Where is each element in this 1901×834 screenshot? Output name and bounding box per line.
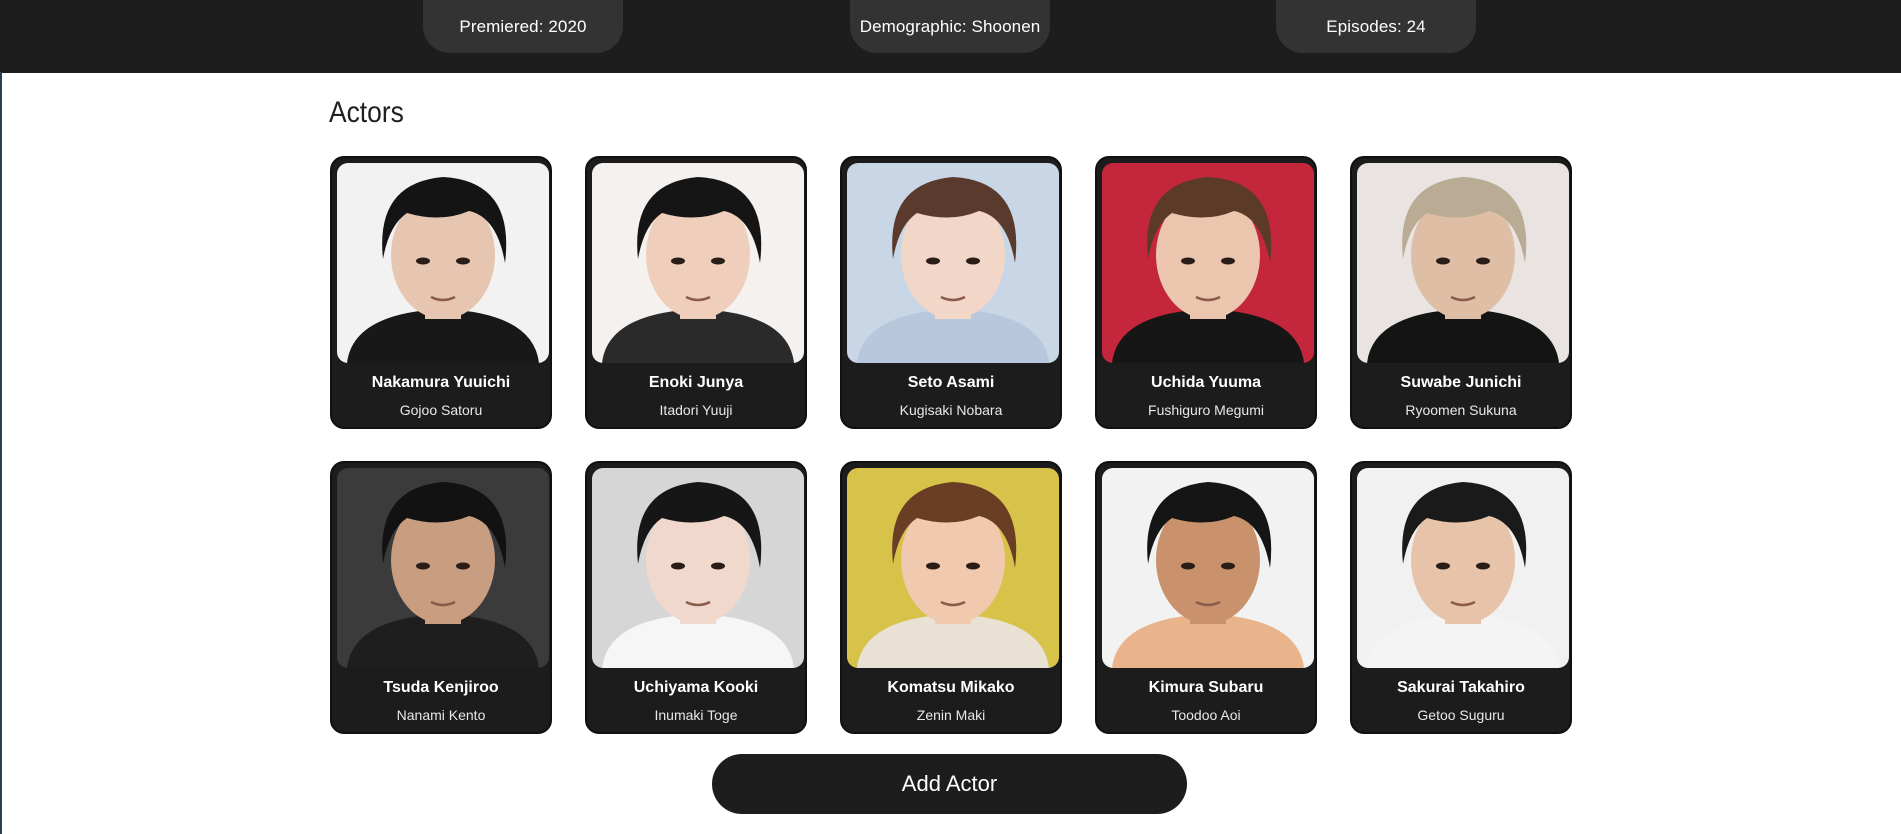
actor-name: Nakamura Yuuichi	[371, 374, 511, 391]
episodes-pill: Episodes: 24	[1276, 0, 1476, 53]
actor-photo	[337, 163, 549, 363]
actor-photo	[337, 468, 549, 668]
actor-name: Komatsu Mikako	[887, 679, 1015, 696]
actor-card[interactable]: Uchiyama Kooki Inumaki Toge	[585, 461, 807, 734]
actor-name: Tsuda Kenjiroo	[383, 679, 499, 696]
character-name: Gojoo Satoru	[399, 402, 483, 418]
character-name: Kugisaki Nobara	[899, 402, 1003, 418]
premiered-pill: Premiered: 2020	[423, 0, 623, 53]
actor-photo	[847, 468, 1059, 668]
actors-section-title: Actors	[329, 96, 404, 129]
actors-grid: Nakamura Yuuichi Gojoo Satoru Enoki Junya I…	[330, 156, 1572, 734]
actor-card[interactable]: Sakurai Takahiro Getoo Suguru	[1350, 461, 1572, 734]
actor-name: Kimura Subaru	[1148, 679, 1264, 696]
actor-name: Suwabe Junichi	[1400, 374, 1522, 391]
character-name: Toodoo Aoi	[1171, 707, 1241, 723]
actor-card[interactable]: Kimura Subaru Toodoo Aoi	[1095, 461, 1317, 734]
character-name: Getoo Suguru	[1417, 707, 1505, 723]
actor-photo	[1357, 163, 1569, 363]
actor-card[interactable]: Seto Asami Kugisaki Nobara	[840, 156, 1062, 429]
page-edge-divider	[0, 72, 2, 834]
character-name: Zenin Maki	[916, 707, 986, 723]
actor-card[interactable]: Tsuda Kenjiroo Nanami Kento	[330, 461, 552, 734]
actor-name: Uchida Yuuma	[1151, 374, 1261, 391]
actor-photo	[1102, 468, 1314, 668]
actor-name: Sakurai Takahiro	[1397, 679, 1525, 696]
anime-info-bar: Premiered: 2020 Demographic: Shoonen Epi…	[0, 0, 1901, 73]
actor-card[interactable]: Nakamura Yuuichi Gojoo Satoru	[330, 156, 552, 429]
actor-photo	[847, 163, 1059, 363]
actor-photo	[592, 468, 804, 668]
actor-name: Uchiyama Kooki	[633, 679, 759, 696]
actor-card[interactable]: Komatsu Mikako Zenin Maki	[840, 461, 1062, 734]
add-actor-button[interactable]: Add Actor	[712, 754, 1187, 814]
actor-card[interactable]: Suwabe Junichi Ryoomen Sukuna	[1350, 156, 1572, 429]
actor-card[interactable]: Uchida Yuuma Fushiguro Megumi	[1095, 156, 1317, 429]
character-name: Inumaki Toge	[654, 707, 738, 723]
actor-photo	[1102, 163, 1314, 363]
demographic-pill: Demographic: Shoonen	[850, 0, 1050, 53]
actor-name: Enoki Junya	[648, 374, 744, 391]
character-name: Itadori Yuuji	[659, 402, 733, 418]
actor-name: Seto Asami	[907, 374, 995, 391]
actor-photo	[592, 163, 804, 363]
actor-photo	[1357, 468, 1569, 668]
character-name: Fushiguro Megumi	[1148, 402, 1264, 418]
actor-card[interactable]: Enoki Junya Itadori Yuuji	[585, 156, 807, 429]
character-name: Ryoomen Sukuna	[1405, 402, 1517, 418]
character-name: Nanami Kento	[396, 707, 486, 723]
